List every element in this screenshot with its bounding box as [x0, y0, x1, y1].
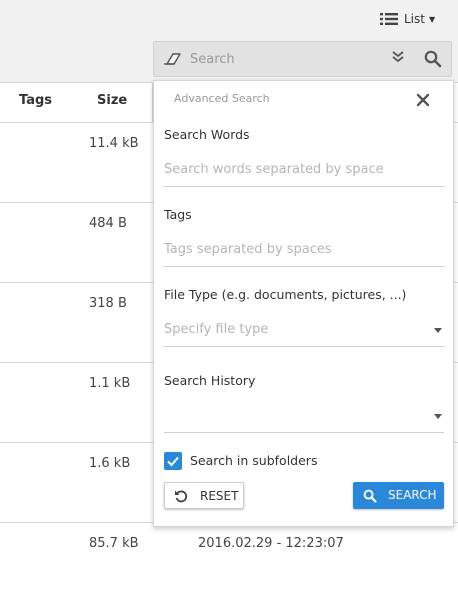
top-toolbar: List ▼ Search [0, 0, 458, 82]
dropdown-arrow-icon [434, 414, 442, 419]
expand-advanced-icon[interactable] [392, 50, 404, 68]
search-icon [363, 489, 377, 503]
search-words-label: Search Words [164, 127, 250, 142]
search-bar[interactable]: Search [153, 41, 452, 77]
search-words-placeholder: Search words separated by space [164, 162, 384, 177]
panel-title: Advanced Search [174, 92, 270, 105]
tags-field[interactable]: Tags separated by spaces [164, 236, 444, 267]
file-type-select[interactable]: Specify file type [164, 316, 444, 347]
column-header-size[interactable]: Size [97, 93, 127, 108]
search-button-label: SEARCH [388, 488, 437, 502]
undo-icon [175, 490, 188, 503]
tags-label: Tags [164, 207, 192, 222]
search-words-field[interactable]: Search words separated by space [164, 156, 444, 187]
view-mode-button[interactable]: List ▼ [380, 9, 435, 29]
search-history-label: Search History [164, 373, 256, 388]
reset-label: RESET [200, 489, 239, 503]
file-type-placeholder: Specify file type [164, 322, 269, 337]
search-button[interactable]: SEARCH [353, 482, 444, 509]
reset-button[interactable]: RESET [164, 482, 244, 509]
dropdown-arrow-icon [434, 328, 442, 333]
close-icon[interactable] [416, 93, 430, 107]
search-input[interactable]: Search [190, 52, 235, 67]
check-icon [167, 456, 179, 467]
file-size: 484 B [89, 216, 127, 231]
file-size: 1.6 kB [89, 456, 131, 471]
tags-placeholder: Tags separated by spaces [164, 242, 332, 257]
advanced-search-panel: Advanced Search Search Words Search word… [153, 80, 454, 527]
file-size: 85.7 kB [89, 536, 139, 551]
file-type-label: File Type (e.g. documents, pictures, ...… [164, 287, 407, 302]
file-date: 2016.02.29 - 12:23:07 [198, 536, 344, 551]
eraser-icon[interactable] [162, 51, 182, 67]
file-size: 318 B [89, 296, 127, 311]
view-mode-label: List [404, 12, 425, 26]
column-header-tags[interactable]: Tags [19, 93, 52, 108]
search-history-select[interactable] [164, 402, 444, 433]
file-size: 1.1 kB [89, 376, 131, 391]
chevron-down-icon: ▼ [428, 14, 436, 24]
file-size: 11.4 kB [89, 136, 139, 151]
subfolders-label: Search in subfolders [190, 453, 318, 468]
search-icon[interactable] [424, 50, 442, 68]
table-row[interactable]: 85.7 kB 2016.02.29 - 12:23:07 [0, 523, 458, 602]
list-icon [380, 13, 398, 25]
subfolders-checkbox[interactable] [164, 452, 182, 470]
